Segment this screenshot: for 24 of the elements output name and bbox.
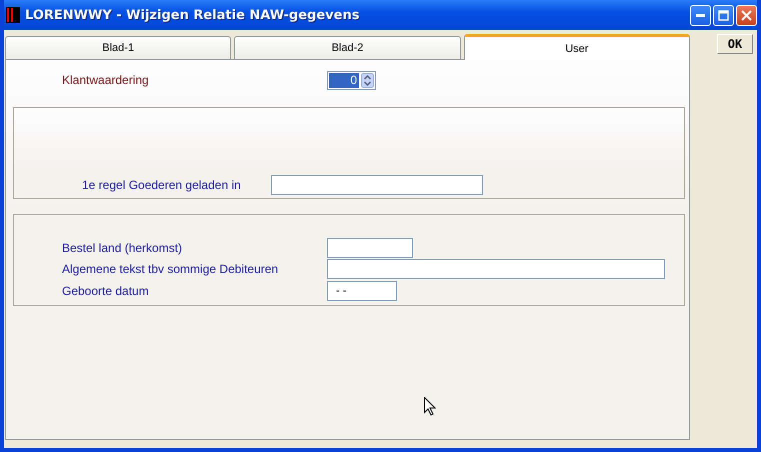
ok-button[interactable]: OK	[717, 34, 753, 54]
input-field[interactable]	[327, 259, 665, 280]
tab[interactable]: Blad-1	[5, 36, 232, 59]
field-label: 1e regel Goederen geladen in	[81, 178, 242, 192]
number-spinner[interactable]: 0	[327, 70, 376, 90]
close-button[interactable]	[736, 4, 757, 26]
maximize-icon	[718, 10, 729, 20]
app-icon	[6, 7, 20, 23]
minimize-button[interactable]	[690, 4, 711, 26]
spin-arrows-icon[interactable]	[361, 72, 374, 88]
input-field[interactable]	[327, 238, 413, 258]
field-label: Geboorte datum	[62, 284, 150, 298]
field-label: Bestel land (herkomst)	[62, 240, 184, 255]
close-icon	[741, 10, 752, 20]
field-label: Algemene tekst tbv sommige Debiteuren	[62, 262, 280, 276]
field-label: Klantwaardering	[62, 73, 150, 87]
date-field[interactable]: - -	[327, 280, 397, 301]
tab[interactable]: User	[464, 34, 690, 60]
minimize-icon	[696, 14, 705, 16]
mouse-pointer-icon	[424, 397, 436, 416]
input-field[interactable]	[271, 174, 483, 194]
window-title: LORENWWY - Wijzigen Relatie NAW-gegevens	[25, 8, 360, 22]
tab[interactable]: Blad-2	[234, 36, 461, 59]
maximize-button[interactable]	[713, 4, 734, 26]
